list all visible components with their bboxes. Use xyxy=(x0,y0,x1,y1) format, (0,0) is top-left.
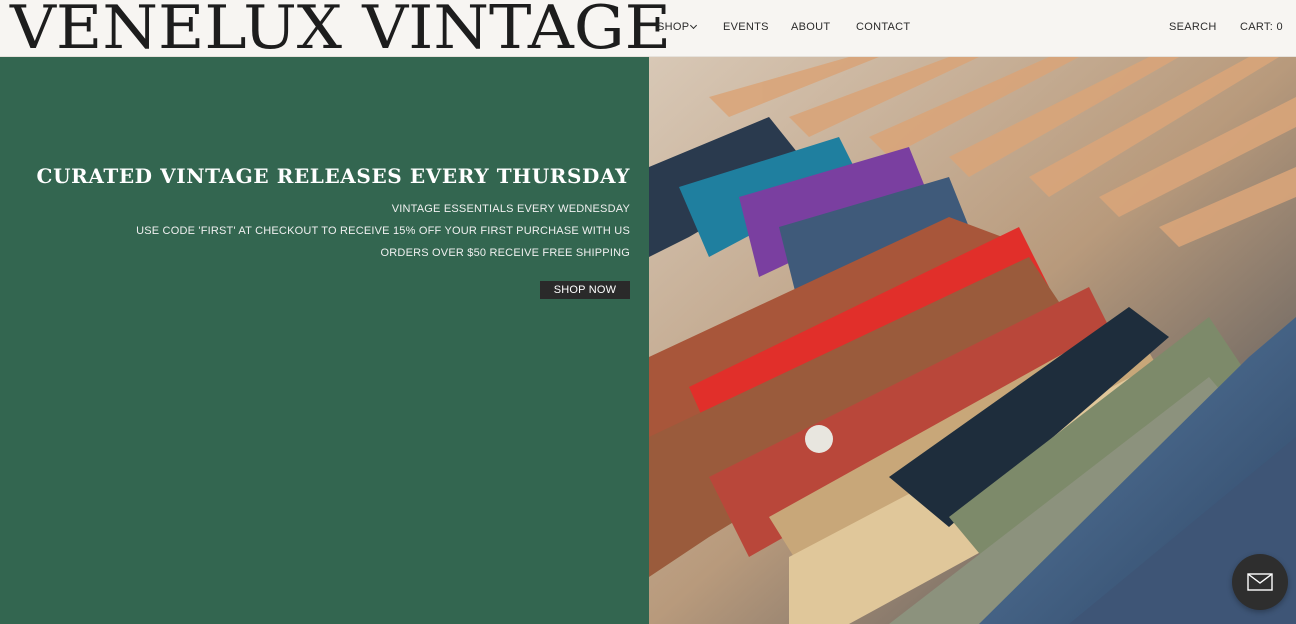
site-logo[interactable]: VENELUX VINTAGE xyxy=(10,0,671,58)
nav-shop-label: SHOP xyxy=(657,21,690,33)
hero-line: ORDERS OVER $50 RECEIVE FREE SHIPPING xyxy=(380,247,630,259)
site-header: VENELUX VINTAGE SHOP EVENTS ABOUT CONTAC… xyxy=(0,0,1296,58)
clothing-rack-photo xyxy=(649,57,1296,624)
nav-contact[interactable]: CONTACT xyxy=(856,21,910,33)
hero-panel: CURATED VINTAGE RELEASES EVERY THURSDAY … xyxy=(0,57,649,624)
cart-link[interactable]: CART: 0 xyxy=(1240,21,1283,33)
mail-icon xyxy=(1247,573,1273,591)
mail-button[interactable] xyxy=(1232,554,1288,610)
hero-line: VINTAGE ESSENTIALS EVERY WEDNESDAY xyxy=(391,203,630,215)
nav-events[interactable]: EVENTS xyxy=(723,21,769,33)
hero-image xyxy=(649,57,1296,624)
hero-text: CURATED VINTAGE RELEASES EVERY THURSDAY … xyxy=(37,163,630,299)
search-link[interactable]: SEARCH xyxy=(1169,21,1217,33)
hero-line: USE CODE 'FIRST' AT CHECKOUT TO RECEIVE … xyxy=(136,225,630,237)
shop-now-button[interactable]: SHOP NOW xyxy=(540,281,630,299)
nav-shop[interactable]: SHOP xyxy=(657,21,698,33)
chevron-down-icon xyxy=(690,21,698,30)
hero-heading: CURATED VINTAGE RELEASES EVERY THURSDAY xyxy=(36,164,630,188)
hero-lines: VINTAGE ESSENTIALS EVERY WEDNESDAY USE C… xyxy=(37,198,630,264)
nav-about[interactable]: ABOUT xyxy=(791,21,830,33)
